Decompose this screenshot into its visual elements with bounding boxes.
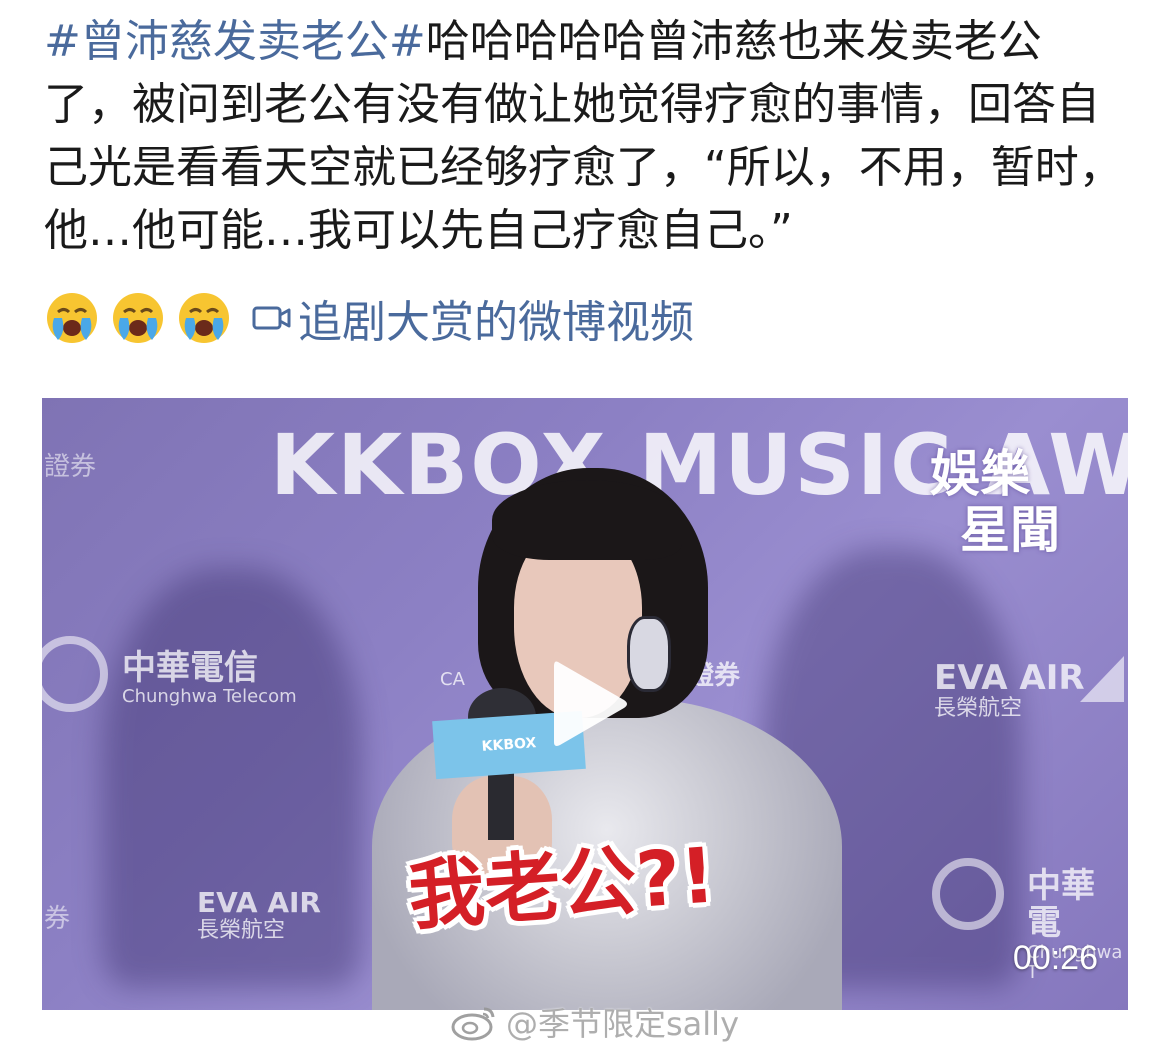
watermark: @季节限定sally: [450, 998, 739, 1046]
eva-name-cn: 長榮航空: [934, 696, 1023, 722]
sponsor-fragment: 券: [44, 904, 71, 934]
chunghwa2-name-cn: 中華電: [1027, 866, 1095, 944]
video-link-label: 追剧大赏的微博视频: [298, 297, 694, 348]
eva2-name-cn: 長榮航空: [197, 917, 286, 943]
person-bangs: [492, 480, 682, 560]
crying-face-icon: [179, 293, 229, 343]
channel-logo-line2: 星聞: [960, 501, 1060, 559]
crying-face-icon: [47, 293, 97, 343]
video-caption: 我老公?!: [405, 830, 718, 941]
eva-air-logo-icon: [1080, 656, 1124, 702]
video-link[interactable]: 追剧大赏的微博视频: [252, 286, 694, 350]
earring: [627, 616, 671, 692]
play-icon[interactable]: [550, 656, 630, 752]
hashtag-link[interactable]: #曾沛慈发卖老公#: [44, 16, 426, 67]
chunghwa-name-en: Chunghwa Telecom: [122, 686, 297, 708]
weibo-icon: [451, 1007, 495, 1041]
eva-sponsor-2: EVA AIR 長榮航空: [197, 886, 321, 943]
sponsor-fragment: 證券: [44, 452, 97, 482]
eva-sponsor: EVA AIR 長榮航空: [934, 658, 1085, 722]
ca-text: CA: [440, 669, 465, 690]
channel-logo: 娛樂 星聞: [930, 446, 1080, 558]
eva-name-en: EVA AIR: [934, 658, 1085, 698]
video-duration: 00:26: [1012, 939, 1098, 977]
chunghwa-logo: [42, 636, 108, 712]
video-camera-icon: [252, 306, 291, 330]
watermark-text: @季节限定sally: [506, 1005, 740, 1043]
channel-logo-line1: 娛樂: [930, 445, 1030, 503]
eva2-name-en: EVA AIR: [197, 886, 321, 919]
chunghwa-name-cn: 中華電信: [122, 648, 258, 688]
ca-sponsor: CA: [440, 670, 465, 690]
chunghwa-logo-2: [932, 858, 1004, 930]
post-text: #曾沛慈发卖老公#哈哈哈哈哈曾沛慈也来发卖老公了，被问到老公有没有做让她觉得疗愈…: [44, 10, 1124, 262]
chunghwa-sponsor: 中華電信 Chunghwa Telecom: [122, 648, 297, 708]
crying-face-icon: [113, 293, 163, 343]
video-player[interactable]: KKBOX MUSIC AWAR 證券 券 中華電信 Chunghwa Tele…: [42, 398, 1128, 1010]
emoji-row: 追剧大赏的微博视频: [44, 290, 694, 348]
